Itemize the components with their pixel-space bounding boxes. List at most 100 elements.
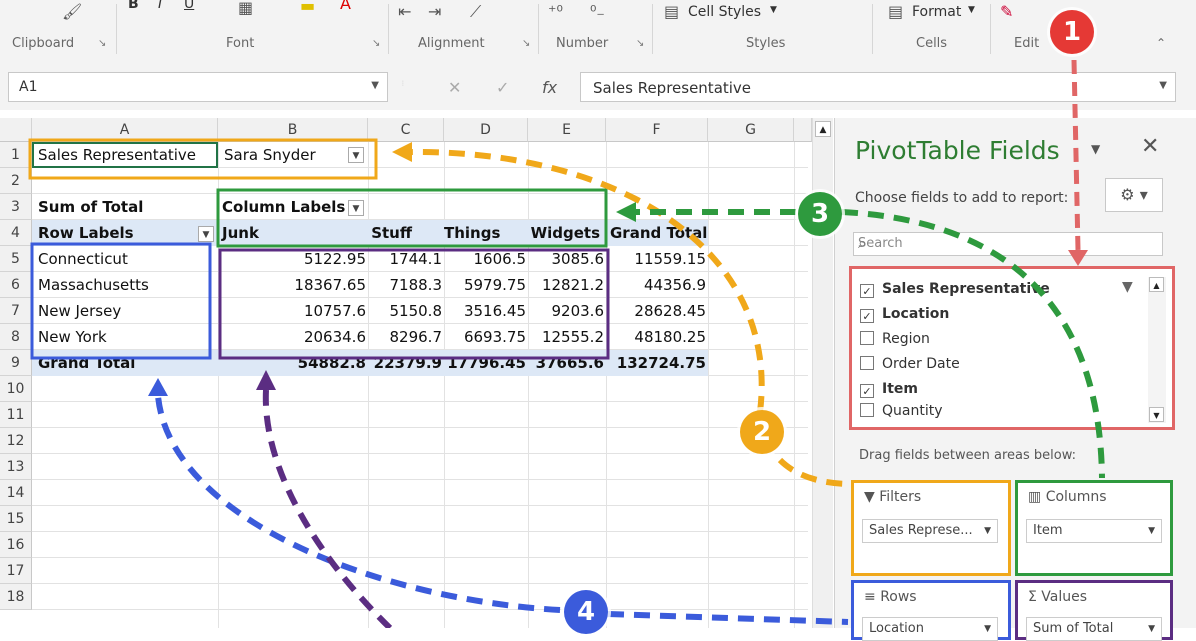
filter-label[interactable]: Sales Representative bbox=[38, 146, 196, 164]
column-header[interactable]: E bbox=[528, 118, 606, 142]
worksheet-grid[interactable]: A B C D E F G 1 2 3 4 5 6 7 8 9 10 11 12… bbox=[0, 118, 812, 628]
enter-icon[interactable]: ✓ bbox=[496, 78, 509, 97]
select-all-corner[interactable] bbox=[0, 118, 32, 142]
row-header[interactable]: 17 bbox=[0, 558, 32, 584]
values-field-chip[interactable]: Sum of Total ▼ bbox=[1026, 617, 1162, 641]
row-header[interactable]: 5 bbox=[0, 246, 32, 272]
value-cell[interactable]: 10757.6 bbox=[218, 302, 366, 320]
row-label[interactable]: Massachusetts bbox=[38, 276, 149, 294]
decrease-decimal-icon[interactable]: ⁰₋ bbox=[590, 2, 605, 21]
fill-color-icon[interactable]: ▬ bbox=[300, 0, 315, 15]
value-cell[interactable]: 1744.1 bbox=[368, 250, 443, 268]
value-cell[interactable]: 44356.9 bbox=[606, 276, 706, 294]
chevron-down-icon[interactable]: ▼ bbox=[984, 618, 991, 640]
pane-options-icon[interactable]: ▼ bbox=[1091, 142, 1100, 156]
decrease-indent-icon[interactable]: ⇤ bbox=[398, 2, 411, 21]
scroll-down-icon[interactable]: ▼ bbox=[1149, 407, 1164, 422]
chevron-down-icon[interactable]: ▼ bbox=[984, 520, 991, 542]
chevron-down-icon[interactable]: ▼ bbox=[371, 80, 379, 91]
values-area[interactable]: Σ Values Sum of Total ▼ bbox=[1015, 580, 1173, 641]
launcher-icon[interactable]: ↘ bbox=[372, 38, 380, 49]
columns-area[interactable]: ▥ Columns Item ▼ bbox=[1015, 480, 1173, 576]
filters-area[interactable]: ▼ Filters Sales Represe... ▼ bbox=[851, 480, 1011, 576]
orientation-icon[interactable]: ⟋ bbox=[470, 2, 481, 22]
filter-dropdown-icon[interactable]: ▼ bbox=[348, 147, 364, 163]
row-header[interactable]: 9 bbox=[0, 350, 32, 376]
value-cell[interactable]: 28628.45 bbox=[606, 302, 706, 320]
field-item[interactable]: Region bbox=[860, 331, 930, 353]
value-cell[interactable]: 1606.5 bbox=[444, 250, 527, 268]
value-cell[interactable]: 5150.8 bbox=[368, 302, 443, 320]
column-labels-header[interactable]: Column Labels bbox=[222, 198, 345, 216]
row-label[interactable]: New Jersey bbox=[38, 302, 121, 320]
row-labels-dropdown-icon[interactable]: ▼ bbox=[198, 226, 214, 242]
row-label[interactable]: Connecticut bbox=[38, 250, 128, 268]
launcher-icon[interactable]: ↘ bbox=[98, 38, 106, 49]
field-item[interactable]: ✓ Item bbox=[860, 381, 918, 403]
checkbox-checked-icon[interactable]: ✓ bbox=[860, 284, 874, 298]
field-item[interactable]: Quantity bbox=[860, 403, 943, 421]
row-header[interactable]: 12 bbox=[0, 428, 32, 454]
chevron-down-icon[interactable]: ▼ bbox=[1148, 520, 1155, 542]
search-input[interactable]: Search ⌕ bbox=[853, 232, 1163, 256]
column-header[interactable] bbox=[794, 118, 812, 142]
sum-label[interactable]: Sum of Total bbox=[38, 198, 143, 216]
grand-total-cell[interactable]: 37665.6 bbox=[528, 354, 604, 372]
value-cell[interactable]: 12555.2 bbox=[528, 328, 604, 346]
format-painter-icon[interactable]: 🖌 bbox=[62, 2, 82, 21]
value-cell[interactable]: 7188.3 bbox=[368, 276, 443, 294]
cancel-icon[interactable]: ✕ bbox=[448, 78, 461, 97]
chevron-down-icon[interactable]: ▼ bbox=[1159, 80, 1167, 91]
row-header[interactable]: 8 bbox=[0, 324, 32, 350]
value-cell[interactable]: 9203.6 bbox=[528, 302, 605, 320]
scroll-up-icon[interactable]: ▲ bbox=[1149, 277, 1164, 292]
value-cell[interactable]: 8296.7 bbox=[368, 328, 443, 346]
grand-total-cell[interactable]: 132724.75 bbox=[606, 354, 706, 372]
value-cell[interactable]: 11559.15 bbox=[606, 250, 706, 268]
field-list-scrollbar[interactable]: ▲ ▼ bbox=[1148, 277, 1166, 423]
collapse-ribbon-icon[interactable]: ⌃ bbox=[1156, 36, 1166, 50]
increase-indent-icon[interactable]: ⇥ bbox=[428, 2, 441, 21]
value-cell[interactable]: 5979.75 bbox=[444, 276, 526, 294]
row-header[interactable]: 6 bbox=[0, 272, 32, 298]
field-item[interactable]: ✓ Sales Representative bbox=[860, 281, 1050, 303]
bold-button[interactable]: B bbox=[128, 0, 139, 12]
row-header[interactable]: 2 bbox=[0, 168, 32, 194]
font-color-icon[interactable]: A bbox=[340, 0, 351, 13]
row-header[interactable]: 4 bbox=[0, 220, 32, 246]
chevron-down-icon[interactable]: ▼ bbox=[1148, 618, 1155, 640]
row-header[interactable]: 18 bbox=[0, 584, 32, 610]
clear-icon[interactable]: ✎ bbox=[1000, 2, 1013, 21]
row-header[interactable]: 13 bbox=[0, 454, 32, 480]
format-button[interactable]: Format bbox=[912, 4, 961, 20]
checkbox-checked-icon[interactable]: ✓ bbox=[860, 309, 874, 323]
column-labels-dropdown-icon[interactable]: ▼ bbox=[348, 200, 364, 216]
launcher-icon[interactable]: ↘ bbox=[636, 38, 644, 49]
row-header[interactable]: 16 bbox=[0, 532, 32, 558]
cell-styles-button[interactable]: Cell Styles bbox=[688, 4, 761, 20]
field-item[interactable]: Order Date bbox=[860, 356, 960, 378]
pivot-column-header[interactable]: Grand Total bbox=[610, 224, 707, 242]
value-cell[interactable]: 18367.65 bbox=[218, 276, 366, 294]
value-cell[interactable]: 5122.95 bbox=[218, 250, 366, 268]
row-header[interactable]: 11 bbox=[0, 402, 32, 428]
italic-button[interactable]: I bbox=[158, 0, 162, 12]
grand-total-label[interactable]: Grand Total bbox=[38, 354, 135, 372]
grand-total-cell[interactable]: 22379.9 bbox=[368, 354, 442, 372]
column-header[interactable]: D bbox=[444, 118, 528, 142]
column-header[interactable]: A bbox=[32, 118, 218, 142]
row-header[interactable]: 14 bbox=[0, 480, 32, 506]
checkbox-icon[interactable] bbox=[860, 356, 874, 370]
row-label[interactable]: New York bbox=[38, 328, 107, 346]
grand-total-cell[interactable]: 54882.8 bbox=[218, 354, 366, 372]
gear-icon[interactable]: ⚙ ▾ bbox=[1105, 178, 1163, 212]
rows-area[interactable]: ≡ Rows Location ▼ bbox=[851, 580, 1011, 641]
row-header[interactable]: 3 bbox=[0, 194, 32, 220]
borders-icon[interactable]: ▦ bbox=[238, 0, 253, 17]
checkbox-checked-icon[interactable]: ✓ bbox=[860, 384, 874, 398]
insert-function-icon[interactable]: fx bbox=[542, 78, 557, 97]
underline-button[interactable]: U bbox=[184, 0, 194, 12]
column-header[interactable]: G bbox=[708, 118, 794, 142]
column-header[interactable]: C bbox=[368, 118, 444, 142]
filter-value[interactable]: Sara Snyder bbox=[224, 146, 316, 164]
